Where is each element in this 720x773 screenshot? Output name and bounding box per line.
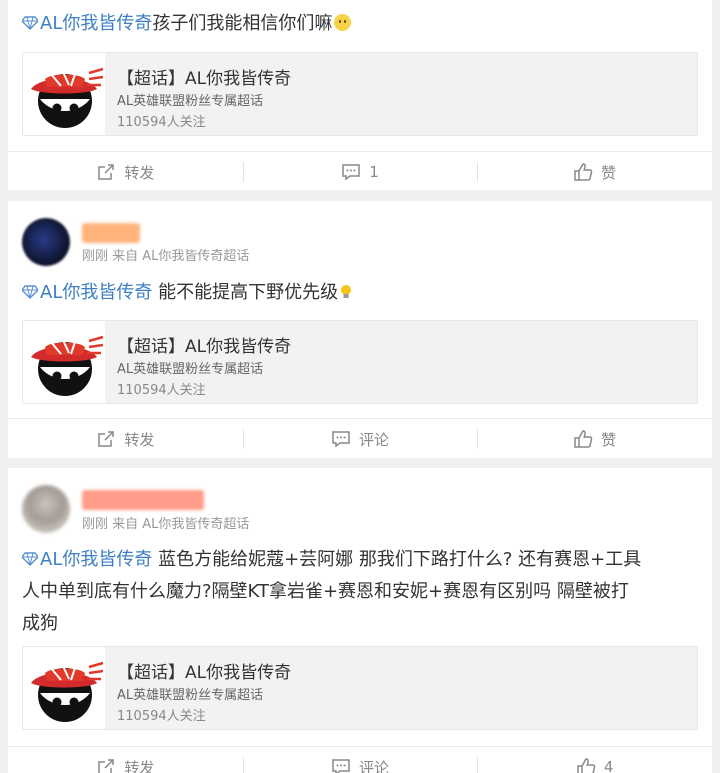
like-count: 4: [603, 758, 614, 773]
repost-button[interactable]: 转发: [8, 747, 243, 773]
like-icon: [573, 162, 593, 182]
super-topic-diamond-icon: [22, 552, 38, 566]
like-icon: [576, 757, 596, 773]
topic-tag-label: AL你我皆传奇: [40, 549, 153, 570]
topic-tag-link[interactable]: AL你我皆传奇: [22, 549, 152, 570]
repost-icon: [96, 162, 116, 182]
post-text: AL你我皆传奇 蓝色方能给妮蔻+芸阿娜 那我们下路打什么? 还有赛恩+工具 人中…: [22, 544, 702, 640]
post-content-line-3: 成狗: [22, 613, 58, 634]
comment-icon: [341, 162, 361, 182]
topic-card-desc: AL英雄联盟粉丝专属超话: [117, 688, 264, 703]
repost-button[interactable]: 转发: [8, 152, 243, 192]
super-topic-diamond-icon: [22, 16, 38, 30]
avatar[interactable]: [22, 218, 70, 266]
topic-card-desc: AL英雄联盟粉丝专属超话: [117, 362, 264, 377]
super-topic-card[interactable]: 【超话】AL你我皆传奇 AL英雄联盟粉丝专属超话 110594人关注: [22, 646, 698, 730]
post-meta: 刚刚 来自 AL你我皆传奇超话: [82, 517, 250, 532]
topic-card-title: 【超话】AL你我皆传奇: [117, 69, 292, 89]
topic-tag-label: AL你我皆传奇: [40, 282, 153, 303]
username-blurred[interactable]: [82, 223, 140, 243]
super-topic-card[interactable]: 【超话】AL你我皆传奇 AL英雄联盟粉丝专属超话 110594人关注: [22, 52, 698, 136]
post-text: AL你我皆传奇孩子们我能相信你们嘛: [22, 8, 352, 40]
like-button[interactable]: 赞: [477, 152, 712, 192]
like-icon: [573, 429, 593, 449]
topic-card-title: 【超话】AL你我皆传奇: [117, 663, 292, 683]
topic-card-title: 【超话】AL你我皆传奇: [117, 337, 292, 357]
like-label: 赞: [601, 430, 617, 449]
comment-icon: [331, 757, 351, 773]
super-topic-diamond-icon: [22, 285, 38, 299]
topic-logo-icon: [23, 321, 105, 403]
comment-count: 1: [369, 163, 379, 181]
weibo-feed: AL你我皆传奇孩子们我能相信你们嘛 【超话】AL你我皆传奇 AL英雄联盟粉丝专属…: [0, 0, 720, 773]
action-bar: 转发 评论 赞: [8, 418, 712, 459]
comment-label: 评论: [359, 758, 390, 773]
smile-emoji-icon: [334, 14, 352, 31]
like-label: 赞: [601, 163, 617, 182]
username-blurred[interactable]: [82, 490, 204, 510]
repost-label: 转发: [124, 758, 155, 773]
topic-card-desc: AL英雄联盟粉丝专属超话: [117, 94, 264, 109]
comment-label: 评论: [359, 430, 390, 449]
avatar[interactable]: [22, 485, 70, 533]
like-button[interactable]: 赞: [477, 419, 712, 459]
action-bar: 转发 1 赞: [8, 151, 712, 192]
super-topic-card[interactable]: 【超话】AL你我皆传奇 AL英雄联盟粉丝专属超话 110594人关注: [22, 320, 698, 404]
topic-logo-icon: [23, 53, 105, 135]
post-content-line-2: 人中单到底有什么魔力?隔壁KT拿岩雀+赛恩和安妮+赛恩有区别吗 隔壁被打: [22, 581, 629, 602]
repost-button[interactable]: 转发: [8, 419, 243, 459]
repost-icon: [96, 429, 116, 449]
post-card: 刚刚 来自 AL你我皆传奇超话 AL你我皆传奇 蓝色方能给妮蔻+芸阿娜 那我们下…: [8, 468, 712, 773]
lightbulb-emoji-icon: [341, 285, 352, 298]
repost-label: 转发: [124, 163, 155, 182]
topic-card-followers: 110594人关注: [117, 383, 206, 398]
topic-logo-icon: [23, 647, 105, 729]
post-content: 能不能提高下野优先级: [152, 282, 339, 303]
like-button[interactable]: 4: [477, 747, 712, 773]
repost-icon: [96, 757, 116, 773]
post-content-line-1: 蓝色方能给妮蔻+芸阿娜 那我们下路打什么? 还有赛恩+工具: [152, 549, 642, 570]
post-content: 孩子们我能相信你们嘛: [152, 13, 333, 34]
comment-button[interactable]: 评论: [242, 419, 478, 459]
topic-card-followers: 110594人关注: [117, 115, 206, 130]
post-meta: 刚刚 来自 AL你我皆传奇超话: [82, 249, 250, 264]
post-card: AL你我皆传奇孩子们我能相信你们嘛 【超话】AL你我皆传奇 AL英雄联盟粉丝专属…: [8, 0, 712, 190]
comment-button[interactable]: 评论: [242, 747, 478, 773]
topic-tag-link[interactable]: AL你我皆传奇: [22, 13, 152, 34]
action-bar: 转发 评论 4: [8, 746, 712, 773]
post-card: 刚刚 来自 AL你我皆传奇超话 AL你我皆传奇 能不能提高下野优先级 【超话】A…: [8, 201, 712, 458]
topic-card-followers: 110594人关注: [117, 709, 206, 724]
topic-tag-link[interactable]: AL你我皆传奇: [22, 282, 152, 303]
topic-tag-label: AL你我皆传奇: [40, 13, 153, 34]
repost-label: 转发: [124, 430, 155, 449]
comment-button[interactable]: 1: [242, 152, 478, 192]
post-text: AL你我皆传奇 能不能提高下野优先级: [22, 277, 352, 309]
comment-icon: [331, 429, 351, 449]
